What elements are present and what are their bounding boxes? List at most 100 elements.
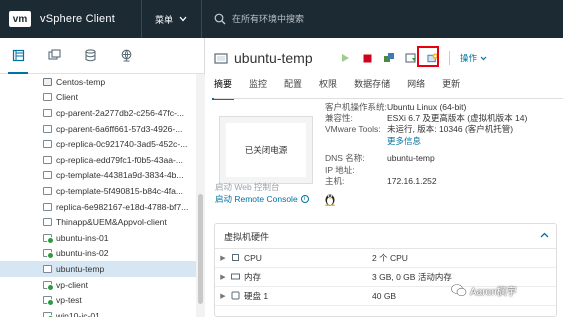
vm-icon	[43, 249, 54, 260]
tab-6[interactable]: 更新	[442, 77, 460, 93]
info-icon[interactable]: i	[300, 195, 309, 203]
more-info-link[interactable]: 更多信息	[387, 135, 421, 147]
tab-2[interactable]: 配置	[284, 77, 302, 93]
linux-icon	[325, 194, 335, 206]
property-key: IP 地址:	[325, 164, 355, 175]
tree-item-label: vp-test	[56, 295, 82, 306]
chevron-right-icon[interactable]: ▶	[215, 292, 231, 300]
navigator-panel: Centos-temp Client cp-parent-2a277db2-c256…	[0, 38, 205, 317]
card-header[interactable]: 虚拟机硬件	[215, 224, 556, 249]
tree-item-label: ubuntu-ins-02	[56, 248, 109, 259]
tree-item-label: replica-6e982167-e18d-4788-bf7...	[56, 201, 189, 212]
search-input[interactable]	[231, 14, 382, 24]
hardware-value: 3 GB, 0 GB 活动内存	[372, 272, 452, 282]
power-off-icon[interactable]	[361, 52, 373, 64]
vm-icon	[43, 311, 54, 317]
web-console-link[interactable]: 启动 Web 控制台	[215, 181, 280, 193]
tree-item[interactable]: cp-replica-edd79fc1-f0b5-43aa-...	[0, 152, 196, 168]
tree-item[interactable]: ubuntu-ins-02	[0, 246, 196, 262]
tree-item[interactable]: vp-client	[0, 277, 196, 293]
tree-item[interactable]: Client	[0, 90, 196, 106]
vm-icon	[43, 264, 52, 273]
property-row: DNS 名称: ubuntu-temp	[325, 153, 527, 164]
cpu-icon	[231, 253, 240, 264]
hardware-name: 内存	[231, 271, 372, 283]
card-title: 虚拟机硬件	[224, 231, 270, 242]
hardware-label: 内存	[244, 272, 262, 282]
vm-icon	[214, 52, 228, 64]
tree-item-label: cp-parent-2a277db2-c256-47fc-...	[56, 107, 185, 118]
vm-header: ubuntu-temp	[214, 50, 313, 66]
watermark-text: Aaron枫宇	[470, 287, 517, 298]
menu-label: 菜单	[154, 14, 173, 25]
hardware-name: CPU	[231, 253, 372, 264]
tab-0[interactable]: 摘要	[211, 77, 235, 100]
tree-item[interactable]: win10-ic-01	[0, 308, 196, 317]
storage-icon[interactable]	[83, 49, 97, 63]
property-row: IP 地址:	[325, 164, 527, 175]
actions-menu[interactable]: 操作	[460, 52, 487, 64]
vm-icon	[43, 296, 54, 307]
scroll-thumb[interactable]	[198, 194, 203, 304]
vm-actions-toolbar: 操作	[339, 51, 487, 65]
vm-icon	[43, 124, 52, 133]
search-icon	[214, 13, 226, 25]
hardware-row[interactable]: ▶ CPU 2 个 CPU	[215, 249, 556, 268]
tree-item[interactable]: cp-template-44381a9d-3834-4b...	[0, 168, 196, 184]
tree-item[interactable]: Thinapp&UEM&Appvol-client	[0, 214, 196, 230]
top-bar: vm vSphere Client 菜单	[0, 0, 563, 38]
tab-1[interactable]: 监控	[249, 77, 267, 93]
chevron-right-icon[interactable]: ▶	[215, 273, 231, 281]
vm-icon	[43, 186, 52, 195]
app-title[interactable]: vSphere Client	[40, 13, 115, 25]
tab-4[interactable]: 数据存储	[354, 77, 390, 93]
tree-item[interactable]: cp-parent-6a6ff661-57d3-4926-...	[0, 121, 196, 137]
disk-icon	[231, 291, 240, 302]
main-panel: ubuntu-temp 操作 摘要 监控 配置 权限 数据存储 网络 更新 已关闭电源 启动…	[206, 38, 563, 317]
property-key: VMware Tools:	[325, 124, 381, 135]
tree-item[interactable]: cp-template-5f490815-b84c-4fa...	[0, 183, 196, 199]
vmware-logo[interactable]: vm	[9, 11, 31, 27]
tree-item-label: vp-client	[56, 279, 88, 290]
tree-item[interactable]: Centos-temp	[0, 74, 196, 90]
vm-properties: 客户机操作系统: Ubuntu Linux (64-bit) 兼容性: ESXi 6.…	[325, 101, 527, 187]
tree-item[interactable]: cp-parent-2a277db2-c256-47fc-...	[0, 105, 196, 121]
vms-templates-icon[interactable]	[47, 49, 61, 63]
watermark: Aaron枫宇	[451, 283, 517, 298]
property-key: 客户机操作系统:	[325, 101, 387, 112]
tree-item[interactable]: ubuntu-temp	[0, 261, 196, 277]
power-on-icon[interactable]	[339, 52, 351, 64]
snapshot-icon[interactable]	[405, 52, 417, 64]
remote-console-link[interactable]: 启动 Remote Console i	[215, 193, 309, 205]
property-key: 主机:	[325, 176, 345, 187]
property-key: 兼容性:	[325, 113, 353, 124]
vm-tabs: 摘要 监控 配置 权限 数据存储 网络 更新	[211, 77, 477, 100]
tree-item-label: cp-parent-6a6ff661-57d3-4926-...	[56, 123, 183, 134]
tree-item[interactable]: cp-replica-0c921740-3ad5-452c-...	[0, 136, 196, 152]
global-search[interactable]	[214, 13, 382, 25]
property-row: VMware Tools: 未运行, 版本: 10346 (客户机托管)	[325, 124, 527, 135]
networking-icon[interactable]	[119, 49, 133, 63]
menu-button[interactable]: 菜单	[155, 13, 187, 26]
tree-item[interactable]: vp-test	[0, 292, 196, 308]
vm-title: ubuntu-temp	[234, 50, 313, 66]
tabs-divider	[214, 98, 563, 99]
migrate-icon[interactable]	[383, 52, 395, 64]
property-row: 主机: 172.16.1.252	[325, 175, 527, 186]
hosts-clusters-icon[interactable]	[8, 49, 28, 74]
chevron-up-icon[interactable]	[540, 232, 549, 238]
chevron-down-icon	[480, 56, 487, 60]
tree-scrollbar[interactable]	[196, 74, 205, 317]
tab-5[interactable]: 网络	[407, 77, 425, 93]
chevron-right-icon[interactable]: ▶	[215, 254, 231, 262]
console-preview[interactable]: 已关闭电源	[219, 116, 313, 184]
tree-item[interactable]: ubuntu-ins-01	[0, 230, 196, 246]
vm-icon	[43, 155, 52, 164]
vm-icon	[43, 202, 52, 211]
tree-item[interactable]: replica-6e982167-e18d-4788-bf7...	[0, 199, 196, 215]
divider	[140, 0, 142, 38]
property-value: ubuntu-temp	[387, 153, 435, 164]
console-status: 已关闭电源	[244, 145, 288, 155]
navigator-tabs	[0, 38, 204, 74]
tab-3[interactable]: 权限	[319, 77, 337, 93]
